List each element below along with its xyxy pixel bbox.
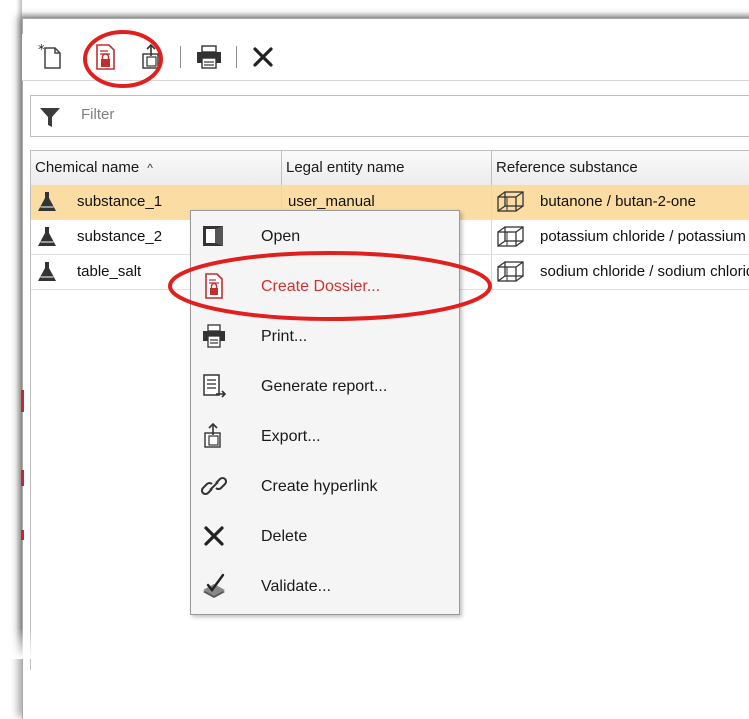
menu-item-label: Export... (261, 428, 321, 445)
window-top-edge (0, 0, 749, 18)
report-icon (203, 374, 227, 398)
column-chemical-name[interactable]: Chemical name ^ (31, 151, 282, 185)
chemical-name-text: substance_2 (77, 228, 163, 245)
column-label: Chemical name (35, 159, 140, 176)
table-header: Chemical name ^ Legal entity name Referen… (31, 150, 749, 186)
column-label: Legal entity name (286, 159, 405, 176)
chemical-name-text: table_salt (77, 263, 142, 280)
column-legal-entity-name[interactable]: Legal entity name (282, 151, 492, 185)
toolbar: * (22, 34, 749, 81)
reference-substance-text: potassium chloride / potassium chloride (540, 228, 749, 245)
toolbar-separator (236, 46, 237, 68)
flask-icon (38, 227, 56, 246)
create-dossier-icon[interactable] (90, 42, 120, 72)
edge-marker (21, 470, 24, 486)
context-menu: Open Create Dossier... Print... Generate… (190, 210, 460, 615)
print-icon (203, 324, 225, 348)
reference-substance-text: butanone / butan-2-one (540, 193, 696, 210)
create-dossier-icon (205, 273, 223, 299)
export-icon (204, 423, 221, 448)
menu-item-open[interactable]: Open (191, 213, 459, 263)
flask-icon (38, 192, 56, 211)
menu-item-label: Print... (261, 328, 308, 345)
flask-icon (38, 262, 56, 281)
reference-substance-cell: sodium chloride / sodium chloride (492, 255, 749, 289)
column-reference-substance[interactable]: Reference substance (492, 151, 749, 185)
menu-item-label: Create hyperlink (261, 478, 378, 495)
open-icon (203, 226, 223, 246)
menu-item-label: Generate report... (261, 378, 388, 395)
edge-marker (21, 530, 24, 540)
new-icon[interactable]: * (36, 42, 66, 72)
reference-substance-text: sodium chloride / sodium chloride (540, 263, 749, 280)
svg-text:*: * (38, 43, 45, 58)
menu-item-label: Create Dossier... (261, 278, 381, 295)
menu-item-export[interactable]: Export... (191, 413, 459, 463)
export-icon[interactable] (136, 42, 166, 72)
structure-icon (497, 191, 524, 212)
reference-substance-cell: butanone / butan-2-one (492, 185, 749, 219)
filter-placeholder: Filter (81, 106, 115, 123)
menu-item-validate[interactable]: Validate... (191, 563, 459, 613)
menu-item-delete[interactable]: Delete (191, 513, 459, 563)
column-label: Reference substance (496, 159, 638, 176)
menu-item-label: Delete (261, 528, 308, 545)
legal-entity-text: user_manual (288, 193, 375, 210)
structure-icon (497, 226, 524, 247)
print-icon[interactable] (194, 42, 224, 72)
menu-item-generate-report[interactable]: Generate report... (191, 363, 459, 413)
menu-item-create-hyperlink[interactable]: Create hyperlink (191, 463, 459, 513)
reference-substance-cell: potassium chloride / potassium chloride (492, 220, 749, 254)
menu-item-label: Validate... (261, 578, 331, 595)
toolbar-separator (180, 46, 181, 68)
chemical-name-text: substance_1 (77, 193, 163, 210)
structure-icon (497, 261, 524, 282)
sort-ascending-icon: ^ (147, 161, 153, 175)
filter-icon (40, 108, 60, 127)
filter-input[interactable]: Filter (30, 95, 749, 137)
delete-icon[interactable] (248, 42, 278, 72)
link-icon (201, 476, 227, 496)
delete-icon (204, 526, 224, 546)
menu-item-print[interactable]: Print... (191, 313, 459, 363)
edge-marker (21, 390, 24, 412)
window-left-edge (0, 0, 22, 659)
menu-item-create-dossier[interactable]: Create Dossier... (191, 263, 459, 313)
validate-icon (203, 573, 225, 598)
menu-item-label: Open (261, 228, 301, 245)
